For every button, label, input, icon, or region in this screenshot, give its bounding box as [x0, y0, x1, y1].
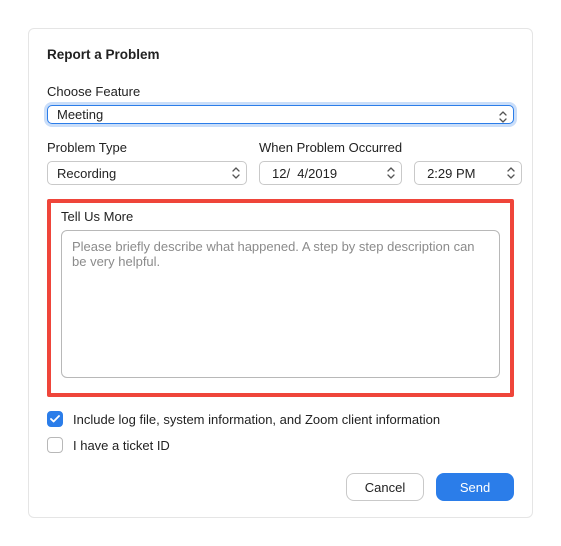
time-spacer — [414, 140, 522, 155]
tell-us-more-textarea[interactable] — [61, 230, 500, 378]
problem-type-value: Recording — [57, 166, 116, 181]
choose-feature-value: Meeting — [57, 107, 103, 122]
dialog-title: Report a Problem — [47, 47, 514, 62]
problem-type-select[interactable]: Recording — [47, 161, 247, 185]
report-problem-dialog: Report a Problem Choose Feature Meeting … — [28, 28, 533, 518]
stepper-icon — [496, 108, 510, 126]
date-field[interactable]: 12/ 4/2019 — [259, 161, 402, 185]
tell-us-more-label: Tell Us More — [61, 209, 500, 224]
stepper-icon — [229, 164, 243, 182]
include-log-row[interactable]: Include log file, system information, an… — [47, 411, 514, 427]
problem-when-row: Problem Type Recording When Problem Occu… — [47, 140, 514, 185]
send-button[interactable]: Send — [436, 473, 514, 501]
ticket-id-checkbox[interactable] — [47, 437, 63, 453]
choose-feature-select[interactable]: Meeting — [47, 105, 514, 124]
choose-feature-label: Choose Feature — [47, 84, 514, 99]
tell-us-more-highlight: Tell Us More — [47, 199, 514, 397]
time-value: 2:29 PM — [427, 166, 475, 181]
ticket-id-row[interactable]: I have a ticket ID — [47, 437, 514, 453]
dialog-footer: Cancel Send — [47, 453, 514, 501]
include-log-label: Include log file, system information, an… — [73, 412, 440, 427]
check-icon — [50, 415, 60, 423]
ticket-id-label: I have a ticket ID — [73, 438, 170, 453]
problem-type-label: Problem Type — [47, 140, 247, 155]
stepper-icon — [384, 164, 398, 182]
when-occurred-label: When Problem Occurred — [259, 140, 402, 155]
date-value: 12/ 4/2019 — [272, 166, 337, 181]
time-field[interactable]: 2:29 PM — [414, 161, 522, 185]
include-log-checkbox[interactable] — [47, 411, 63, 427]
stepper-icon — [504, 164, 518, 182]
cancel-button[interactable]: Cancel — [346, 473, 424, 501]
